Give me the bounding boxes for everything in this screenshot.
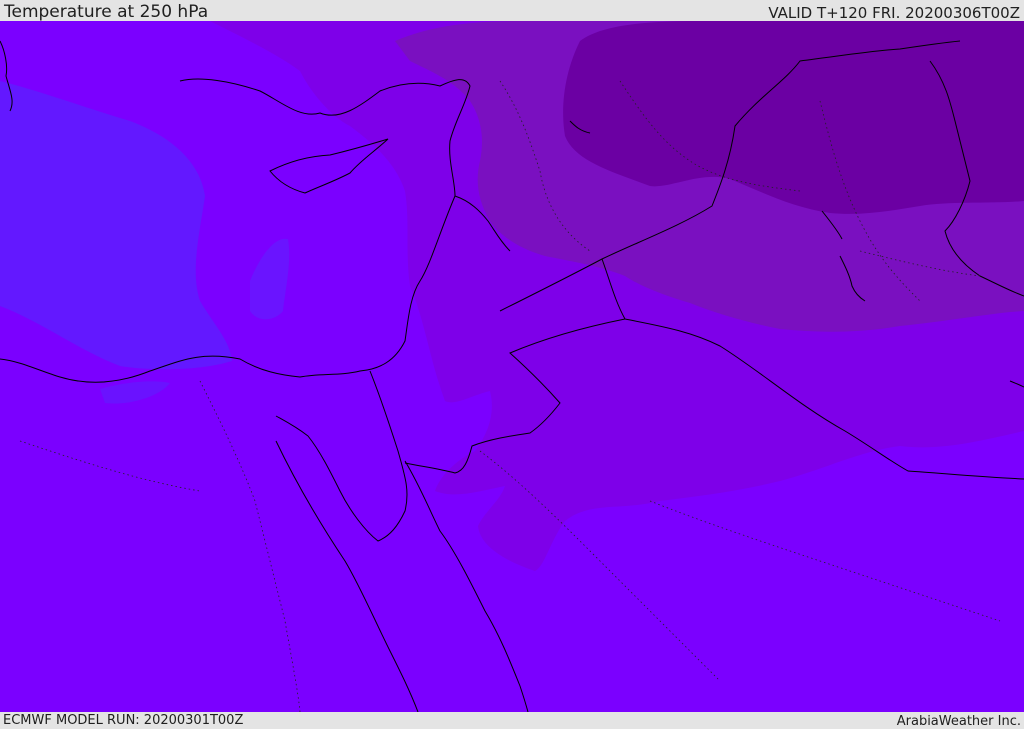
footer-bar: ECMWF MODEL RUN: 20200301T00Z ArabiaWeat… bbox=[0, 712, 1024, 729]
map-title: Temperature at 250 hPa bbox=[4, 2, 209, 22]
header-bar: Temperature at 250 hPa VALID T+120 FRI. … bbox=[0, 0, 1024, 22]
map-canvas[interactable] bbox=[0, 21, 1024, 712]
model-run-label: ECMWF MODEL RUN: 20200301T00Z bbox=[3, 713, 244, 728]
credit-label: ArabiaWeather Inc. bbox=[896, 714, 1021, 729]
valid-time: VALID T+120 FRI. 20200306T00Z bbox=[768, 4, 1020, 22]
map-svg bbox=[0, 21, 1024, 712]
